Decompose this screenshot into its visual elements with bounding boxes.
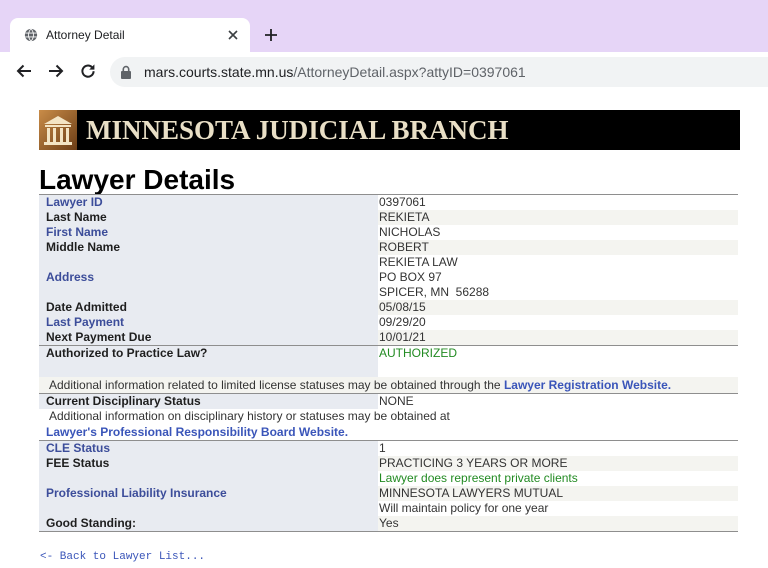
section-divider xyxy=(39,531,738,532)
detail-value: Yes xyxy=(378,516,738,531)
forward-button[interactable] xyxy=(47,62,65,80)
detail-row-good-standing: Good Standing: Yes xyxy=(39,516,738,531)
detail-row-first-name: First Name NICHOLAS xyxy=(39,225,738,240)
discipline-info-note: Additional information on disciplinary h… xyxy=(39,409,738,424)
detail-label: First Name xyxy=(39,225,378,240)
detail-label: FEE Status xyxy=(39,456,378,471)
detail-row-last-payment: Last Payment 09/29/20 xyxy=(39,315,738,330)
detail-label: CLE Status xyxy=(39,441,378,456)
address-line: REKIETA LAW xyxy=(379,255,458,269)
detail-row-fee-status: FEE Status PRACTICING 3 YEARS OR MORE xyxy=(39,456,738,471)
detail-label: Last Payment xyxy=(39,315,378,330)
professional-responsibility-board-link[interactable]: Lawyer's Professional Responsibility Boa… xyxy=(46,425,348,439)
address-value: REKIETA LAW PO BOX 97 SPICER, MN 56288 xyxy=(378,255,738,300)
detail-row-authorized: Authorized to Practice Law? AUTHORIZED xyxy=(39,346,738,361)
detail-row-liability-insurance: Professional Liability Insurance MINNESO… xyxy=(39,486,738,501)
detail-row-middle-name: Middle Name ROBERT xyxy=(39,240,738,255)
detail-value: 05/08/15 xyxy=(378,300,738,315)
note-link-cell: Lawyer's Professional Responsibility Boa… xyxy=(39,424,738,440)
close-tab-button[interactable] xyxy=(225,27,241,43)
judicial-branch-logo xyxy=(39,110,77,150)
detail-row-cle-status: CLE Status 1 xyxy=(39,441,738,456)
arrow-left-icon xyxy=(16,64,31,78)
detail-value: 09/29/20 xyxy=(379,315,426,329)
detail-row-policy-note: Will maintain policy for one year xyxy=(39,501,738,516)
detail-value: PRACTICING 3 YEARS OR MORE xyxy=(378,456,738,471)
note-text-body: Additional information related to limite… xyxy=(49,378,504,392)
page-title: Lawyer Details xyxy=(39,164,236,195)
tab-title: Attorney Detail xyxy=(46,28,125,42)
reload-icon xyxy=(81,64,95,78)
detail-value: NONE xyxy=(379,394,414,408)
detail-value: 1 xyxy=(379,441,386,455)
reload-button[interactable] xyxy=(79,62,97,80)
browser-tab-active[interactable]: Attorney Detail xyxy=(10,18,250,52)
detail-label: Date Admitted xyxy=(39,300,378,315)
back-to-lawyer-list-link[interactable]: <- Back to Lawyer List... xyxy=(40,550,205,565)
arrow-right-icon xyxy=(49,64,64,78)
detail-row-private-clients: Lawyer does represent private clients xyxy=(39,471,738,486)
detail-row-next-payment-due: Next Payment Due 10/01/21 xyxy=(39,330,738,345)
note-text: Additional information on disciplinary h… xyxy=(49,409,450,423)
detail-value: Lawyer does represent private clients xyxy=(379,471,578,485)
detail-value: 0397061 xyxy=(379,195,426,209)
detail-value: Will maintain policy for one year xyxy=(379,501,549,515)
detail-label: Good Standing: xyxy=(39,516,378,531)
globe-icon xyxy=(24,28,38,42)
lawyer-registration-website-link[interactable]: Lawyer Registration Website. xyxy=(504,378,671,392)
lawyer-details-table: Lawyer ID 0397061 Last Name REKIETA Firs… xyxy=(39,194,738,532)
detail-label: Authorized to Practice Law? xyxy=(39,346,378,361)
address-bar-url[interactable]: mars.courts.state.mn.us/AttorneyDetail.a… xyxy=(144,57,526,87)
address-line: PO BOX 97 xyxy=(379,270,442,284)
license-status-value: AUTHORIZED xyxy=(379,346,457,360)
label-cell-empty xyxy=(39,471,378,486)
tab-strip: Attorney Detail xyxy=(0,0,768,52)
address-line: SPICER, MN 56288 xyxy=(379,285,490,299)
detail-value: MINNESOTA LAWYERS MUTUAL xyxy=(378,486,738,501)
judicial-branch-banner: MINNESOTA JUDICIAL BRANCH xyxy=(39,110,740,150)
detail-label: Professional Liability Insurance xyxy=(39,486,378,501)
detail-value: 10/01/21 xyxy=(378,330,738,345)
detail-row-date-admitted: Date Admitted 05/08/15 xyxy=(39,300,738,315)
banner-title: MINNESOTA JUDICIAL BRANCH xyxy=(86,115,509,145)
browser-toolbar: mars.courts.state.mn.us/AttorneyDetail.a… xyxy=(0,52,768,92)
discipline-info-link-row: Lawyer's Professional Responsibility Boa… xyxy=(39,424,738,440)
close-icon xyxy=(228,30,238,40)
note-text: Additional information related to limite… xyxy=(39,377,738,393)
label-cell-empty xyxy=(39,501,378,516)
detail-label: Current Disciplinary Status xyxy=(39,394,378,409)
detail-label: Next Payment Due xyxy=(39,330,378,345)
url-host: mars.courts.state.mn.us xyxy=(144,64,294,80)
plus-icon xyxy=(265,29,277,41)
detail-label: Address xyxy=(39,255,378,300)
detail-label: Middle Name xyxy=(39,240,378,255)
detail-value: REKIETA xyxy=(378,210,738,225)
detail-value: ROBERT xyxy=(378,240,738,255)
license-info-note: Additional information related to limite… xyxy=(39,377,738,393)
detail-row-address: Address REKIETA LAW PO BOX 97 SPICER, MN… xyxy=(39,255,738,300)
url-path: /AttorneyDetail.aspx?attyID=0397061 xyxy=(293,64,526,80)
detail-value: NICHOLAS xyxy=(379,225,441,239)
lock-icon[interactable] xyxy=(120,65,132,79)
detail-row-disciplinary-status: Current Disciplinary Status NONE xyxy=(39,394,738,409)
detail-label: Lawyer ID xyxy=(39,195,378,210)
new-tab-button[interactable] xyxy=(263,27,279,43)
detail-label: Last Name xyxy=(39,210,378,225)
detail-row-spacer xyxy=(39,361,738,377)
address-bar[interactable]: mars.courts.state.mn.us/AttorneyDetail.a… xyxy=(110,57,768,87)
label-cell-empty xyxy=(39,361,378,377)
detail-row-lawyer-id: Lawyer ID 0397061 xyxy=(39,195,738,210)
detail-row-last-name: Last Name REKIETA xyxy=(39,210,738,225)
back-button[interactable] xyxy=(15,62,33,80)
value-cell-empty xyxy=(378,361,738,377)
